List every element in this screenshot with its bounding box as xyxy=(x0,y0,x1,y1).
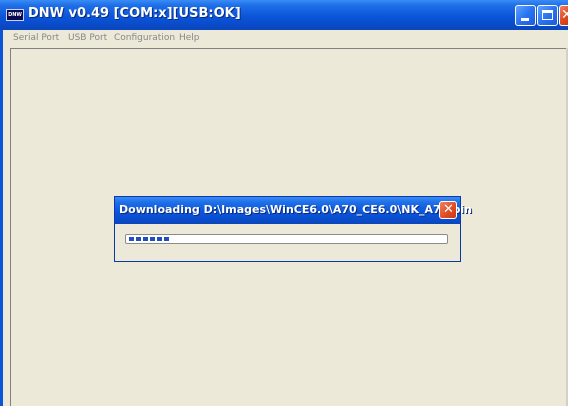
main-window: DNW DNW v0.49 [COM:x][USB:OK] ✕ Serial P… xyxy=(0,0,568,406)
menu-usb-port[interactable]: USB Port xyxy=(68,33,107,43)
minimize-icon xyxy=(521,18,529,21)
maximize-button[interactable] xyxy=(537,5,558,26)
menu-serial-port[interactable]: Serial Port xyxy=(13,33,59,43)
menu-configuration[interactable]: Configuration xyxy=(114,33,175,43)
title-bar[interactable]: DNW DNW v0.49 [COM:x][USB:OK] ✕ xyxy=(0,0,568,30)
dialog-close-button[interactable]: ✕ xyxy=(439,201,457,219)
close-icon: ✕ xyxy=(561,7,568,23)
download-dialog: Downloading D:\Images\WinCE6.0\A70_CE6.0… xyxy=(114,196,472,262)
window-title: DNW v0.49 [COM:x][USB:OK] xyxy=(28,6,241,21)
dialog-title-bar[interactable]: Downloading D:\Images\WinCE6.0\A70_CE6.0… xyxy=(115,197,472,224)
progress-fill xyxy=(129,237,170,241)
menu-bar: Serial Port USB Port Configuration Help xyxy=(0,30,568,48)
maximize-icon xyxy=(542,10,553,20)
download-progress-bar xyxy=(125,234,448,244)
menu-help[interactable]: Help xyxy=(179,33,200,43)
window-left-border xyxy=(0,30,3,406)
close-button[interactable]: ✕ xyxy=(559,5,568,26)
minimize-button[interactable] xyxy=(515,5,536,26)
app-icon[interactable]: DNW xyxy=(6,9,24,21)
close-icon: ✕ xyxy=(443,202,454,217)
dialog-title: Downloading D:\Images\WinCE6.0\A70_CE6.0… xyxy=(119,203,472,216)
